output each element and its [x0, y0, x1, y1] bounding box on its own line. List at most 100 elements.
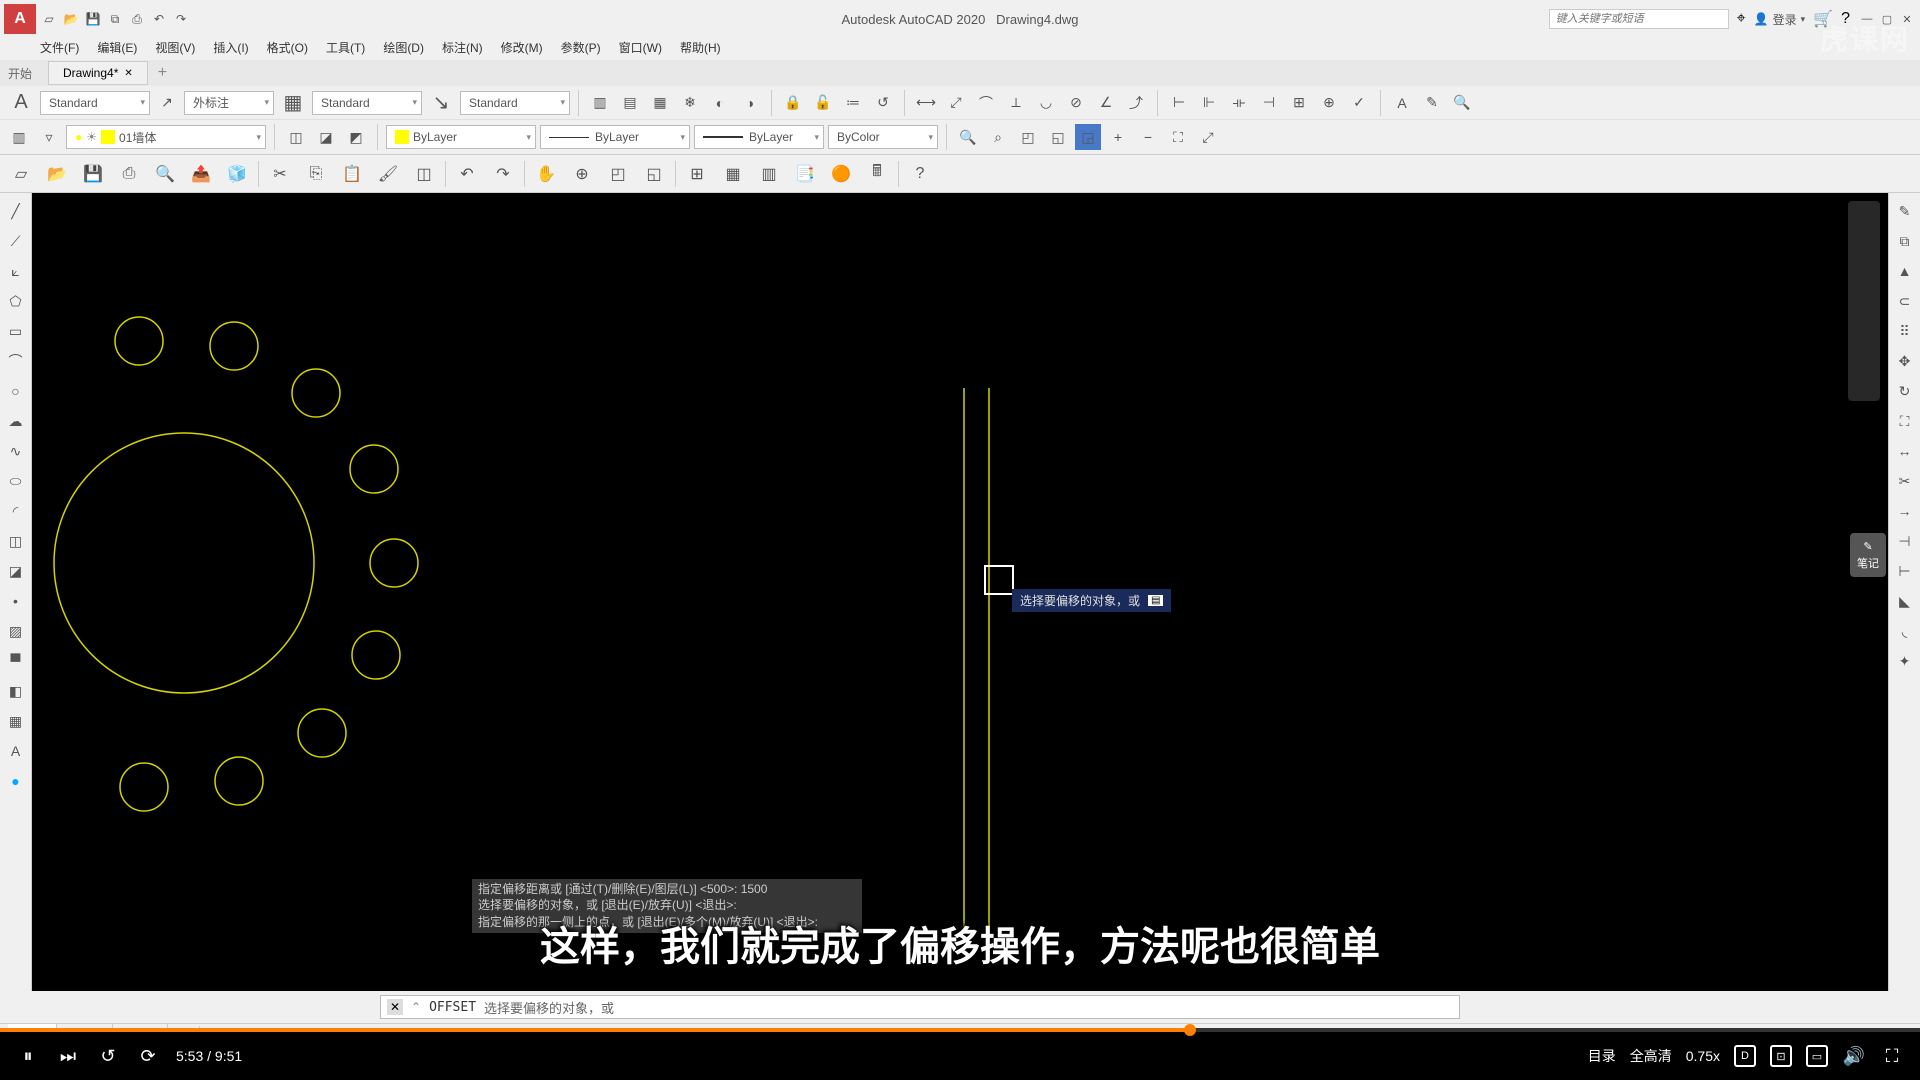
block-edit-icon[interactable]: ◩	[343, 124, 369, 150]
fullscreen-icon[interactable]: ⛶	[1880, 1044, 1904, 1068]
spell-icon[interactable]: ✎	[1419, 90, 1445, 116]
command-prompt[interactable]: 选择要偏移的对象，或	[484, 998, 614, 1017]
layer-manager-icon[interactable]: ▥	[6, 124, 32, 150]
spline-icon[interactable]: ∿	[4, 439, 28, 463]
saveas-icon[interactable]: ⧉	[106, 10, 124, 28]
zoom-win-icon[interactable]: ◰	[603, 159, 633, 189]
user-login[interactable]: 👤登录▾	[1754, 11, 1806, 28]
open-icon[interactable]: 📂	[62, 10, 80, 28]
dim-baseline-icon[interactable]: ⊩	[1196, 90, 1222, 116]
new-file-icon[interactable]: ▱	[6, 159, 36, 189]
menu-insert[interactable]: 插入(I)	[213, 39, 248, 56]
layer-unlock-icon[interactable]: 🔓	[810, 90, 836, 116]
dim-aligned-icon[interactable]: ⤢	[943, 90, 969, 116]
zoom-rt-icon[interactable]: ⊕	[567, 159, 597, 189]
table-icon[interactable]: ▦	[4, 709, 28, 733]
stretch-icon[interactable]: ↔	[1893, 439, 1917, 463]
dim-center-icon[interactable]: ⊕	[1316, 90, 1342, 116]
table-style-icon[interactable]: ▦	[278, 88, 308, 118]
paste-icon[interactable]: 📋	[337, 159, 367, 189]
blockeditor-icon[interactable]: ◫	[409, 159, 439, 189]
explode-icon[interactable]: ✦	[1893, 649, 1917, 673]
linetype-combo[interactable]: ByLayer	[540, 125, 690, 149]
zoom-window-icon[interactable]: 🔍	[955, 124, 981, 150]
plot-icon[interactable]: ⎙	[128, 10, 146, 28]
quality-button[interactable]: 全高清	[1630, 1046, 1672, 1066]
dim-ordinate-icon[interactable]: ⟂	[1003, 90, 1029, 116]
zoom-all-icon[interactable]: ⛶	[1165, 124, 1191, 150]
dim-icon[interactable]: ↗	[154, 90, 180, 116]
pip-button[interactable]: ⊡	[1770, 1045, 1792, 1067]
layer-iso-icon[interactable]: ▦	[647, 90, 673, 116]
text-edit-icon[interactable]: A	[1389, 90, 1415, 116]
text-style-combo[interactable]: Standard	[40, 91, 150, 115]
chamfer-icon[interactable]: ◣	[1893, 589, 1917, 613]
3dprint-icon[interactable]: 🧊	[222, 159, 252, 189]
zoom-dynamic-icon[interactable]: ⌕	[985, 124, 1011, 150]
table-style-combo[interactable]: Standard	[312, 91, 422, 115]
notes-button[interactable]: ✎笔记	[1850, 533, 1886, 577]
app-logo[interactable]: A	[4, 4, 36, 34]
dim-angular-icon[interactable]: ∠	[1093, 90, 1119, 116]
revcloud-icon[interactable]: ☁	[4, 409, 28, 433]
dim-radius-icon[interactable]: ◡	[1033, 90, 1059, 116]
move-icon[interactable]: ✥	[1893, 349, 1917, 373]
array-icon[interactable]: ⠿	[1893, 319, 1917, 343]
arc-icon[interactable]: ⌒	[4, 349, 28, 373]
fillet-icon[interactable]: ◟	[1893, 619, 1917, 643]
menu-draw[interactable]: 绘图(D)	[383, 39, 424, 56]
redo2-icon[interactable]: ↷	[488, 159, 518, 189]
matchprop-icon[interactable]: 🖌	[373, 159, 403, 189]
dim-arc-icon[interactable]: ⌒	[973, 90, 999, 116]
offset-icon[interactable]: ⊂	[1893, 289, 1917, 313]
doc-tab-active[interactable]: Drawing4* ✕	[48, 61, 148, 85]
zoom-object-icon[interactable]: ◲	[1075, 124, 1101, 150]
cmdline-history-icon[interactable]: ⌃	[411, 1000, 421, 1014]
drawing-canvas[interactable]: 选择要偏移的对象，或▤ 指定偏移距离或 [通过(T)/删除(E)/图层(L)] …	[32, 193, 1888, 991]
insert-block-icon[interactable]: ◫	[4, 529, 28, 553]
layer-off-icon[interactable]: ◐	[707, 90, 733, 116]
layer-states-icon[interactable]: ▤	[617, 90, 643, 116]
line-icon[interactable]: ╱	[4, 199, 28, 223]
mirror-icon[interactable]: ▲	[1893, 259, 1917, 283]
cmdline-close-icon[interactable]: ✕	[387, 999, 403, 1015]
menu-dimension[interactable]: 标注(N)	[442, 39, 483, 56]
plotstyle-combo[interactable]: ByColor	[828, 125, 938, 149]
dim-tolerance-icon[interactable]: ⊞	[1286, 90, 1312, 116]
menu-modify[interactable]: 修改(M)	[501, 39, 543, 56]
make-block-icon[interactable]: ◪	[4, 559, 28, 583]
new-tab-button[interactable]: +	[148, 60, 177, 86]
zoom-scale-icon[interactable]: ◰	[1015, 124, 1041, 150]
loop-icon[interactable]: ⟳	[136, 1044, 160, 1068]
zoom-out-icon[interactable]: −	[1135, 124, 1161, 150]
sheet-set-icon[interactable]: 📑	[790, 159, 820, 189]
ellipse-icon[interactable]: ⬭	[4, 469, 28, 493]
cut-icon[interactable]: ✂	[265, 159, 295, 189]
save-icon[interactable]: 💾	[84, 10, 102, 28]
hatch-icon[interactable]: ▨	[4, 619, 28, 643]
zoom-extents-icon[interactable]: ⤢	[1195, 124, 1221, 150]
volume-icon[interactable]: 🔊	[1842, 1044, 1866, 1068]
rotate-icon[interactable]: ↻	[1893, 379, 1917, 403]
menu-tools[interactable]: 工具(T)	[326, 39, 365, 56]
block-insert-icon[interactable]: ◫	[283, 124, 309, 150]
save-file-icon[interactable]: 💾	[78, 159, 108, 189]
undo-icon[interactable]: ↶	[150, 10, 168, 28]
layer-match-icon[interactable]: ≔	[840, 90, 866, 116]
layer-on-icon[interactable]: ◑	[737, 90, 763, 116]
progress-bar[interactable]	[0, 1028, 1920, 1032]
dim-style-combo[interactable]: 外标注	[184, 91, 274, 115]
menu-format[interactable]: 格式(O)	[267, 39, 308, 56]
rectangle-icon[interactable]: ▭	[4, 319, 28, 343]
dim-linear-icon[interactable]: ⟷	[913, 90, 939, 116]
speed-button[interactable]: 0.75x	[1686, 1048, 1720, 1064]
block-create-icon[interactable]: ◪	[313, 124, 339, 150]
close-tab-icon[interactable]: ✕	[124, 68, 132, 79]
menu-view[interactable]: 视图(V)	[155, 39, 195, 56]
dim-inspect-icon[interactable]: ✓	[1346, 90, 1372, 116]
dim-jogged-icon[interactable]: ⤴	[1123, 90, 1149, 116]
break-icon[interactable]: ⊣	[1893, 529, 1917, 553]
layer-freeze-icon[interactable]: ❄	[677, 90, 703, 116]
pause-button[interactable]: ⏸	[16, 1044, 40, 1068]
erase-icon[interactable]: ✎	[1893, 199, 1917, 223]
